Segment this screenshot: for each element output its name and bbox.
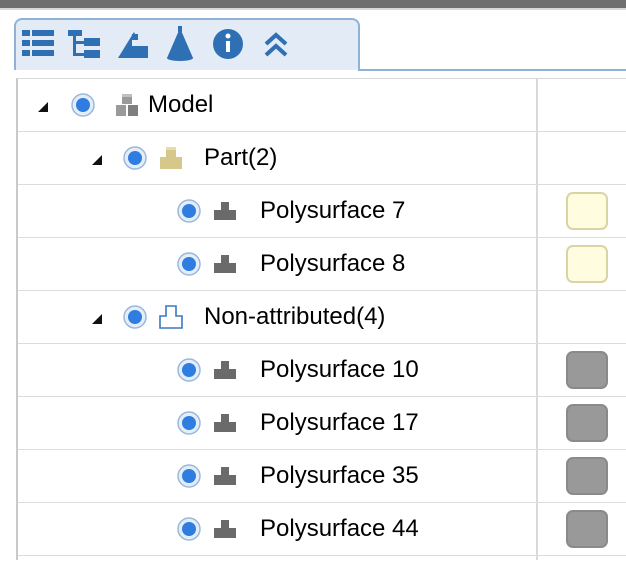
tree-label: Part(2) [204,144,278,171]
tree-label: Polysurface 10 [260,356,419,383]
visibility-radio-icon[interactable] [176,410,202,436]
tree-label: Polysurface 7 [260,197,406,224]
color-swatch[interactable] [566,192,608,230]
visibility-radio-icon[interactable] [176,251,202,277]
visibility-radio-icon[interactable] [70,92,96,118]
tree-row-non-attributed[interactable]: Non-attributed(4) [18,291,626,344]
tree-row-part[interactable]: Part(2) [18,132,626,185]
tree-label: Polysurface 44 [260,515,419,542]
polysurface-icon [214,255,236,273]
tree-label: Non-attributed(4) [204,303,386,330]
polysurface-icon [214,361,236,379]
polysurface-icon [214,520,236,538]
part-icon [160,147,182,169]
color-swatch[interactable] [566,510,608,548]
tree-row-polysurface[interactable]: Polysurface 17 [18,397,626,450]
list-view-icon[interactable] [18,24,58,64]
polysurface-icon [214,467,236,485]
visibility-radio-icon[interactable] [122,304,148,330]
color-swatch[interactable] [566,457,608,495]
toolbar-underline [358,69,626,71]
model-blocks-icon [116,94,138,116]
tree-row-polysurface[interactable]: Polysurface 35 [18,450,626,503]
visibility-radio-icon[interactable] [176,463,202,489]
visibility-radio-icon[interactable] [176,357,202,383]
expand-triangle-icon[interactable] [90,153,104,167]
visibility-radio-icon[interactable] [176,198,202,224]
top-border [0,0,626,8]
tree-label: Polysurface 17 [260,409,419,436]
tree-row-model[interactable]: Model [18,79,626,132]
polysurface-icon [214,414,236,432]
top-border-shadow [0,8,626,10]
polysurface-icon [214,202,236,220]
tree-row-polysurface[interactable]: Polysurface 10 [18,344,626,397]
color-swatch[interactable] [566,245,608,283]
panel-toolbar [14,18,360,70]
expand-triangle-icon[interactable] [36,100,50,114]
collapse-up-icon[interactable] [256,24,296,64]
tree-row-polysurface[interactable]: Polysurface 7 [18,185,626,238]
tree-label: Polysurface 35 [260,462,419,489]
expand-triangle-icon[interactable] [90,312,104,326]
surface-icon[interactable] [112,24,152,64]
tree-label: Polysurface 8 [260,250,406,277]
tree-view-icon[interactable] [64,24,104,64]
tree-row-polysurface[interactable]: Polysurface 44 [18,503,626,556]
color-swatch[interactable] [566,404,608,442]
color-swatch[interactable] [566,351,608,389]
info-icon[interactable] [208,24,248,64]
tree-label: Model [148,91,214,118]
cone-icon[interactable] [160,24,200,64]
tree-row-polysurface[interactable]: Polysurface 8 [18,238,626,291]
non-attributed-outline-icon [159,305,183,329]
visibility-radio-icon[interactable] [122,145,148,171]
visibility-radio-icon[interactable] [176,516,202,542]
